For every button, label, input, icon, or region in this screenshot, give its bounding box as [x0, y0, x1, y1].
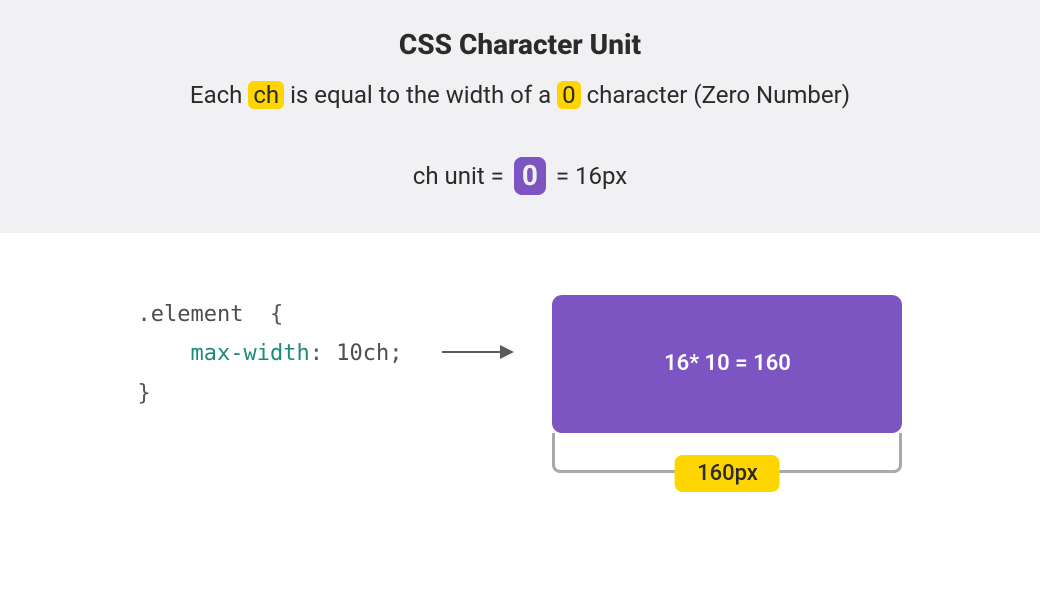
code-semi: ;: [389, 341, 402, 366]
equation-lhs: ch unit =: [413, 162, 504, 190]
equation-rhs: = 16px: [556, 162, 627, 190]
highlight-zero: 0: [557, 81, 581, 109]
result-box-text: 16* 10 = 160: [664, 351, 791, 376]
subtitle-part-1: Each: [190, 81, 242, 109]
code-value: 10ch: [336, 341, 389, 366]
header-panel: CSS Character Unit Each ch is equal to t…: [0, 0, 1040, 233]
subtitle-part-2: is equal to the width of a: [290, 81, 551, 109]
code-open-brace: {: [270, 302, 283, 327]
arrow-wrap: [442, 295, 512, 353]
arrow-right-icon: [442, 351, 512, 353]
code-colon: :: [310, 341, 323, 366]
example-panel: .element { max-width: 10ch; } 16* 10 = 1…: [0, 233, 1040, 515]
code-selector: .element: [138, 302, 244, 327]
subtitle-part-3: character (Zero Number): [587, 81, 850, 109]
code-property: max-width: [191, 341, 310, 366]
result-box: 16* 10 = 160: [552, 295, 902, 433]
page-title: CSS Character Unit: [20, 28, 1020, 61]
code-close-brace: }: [138, 381, 151, 406]
highlight-ch: ch: [248, 81, 284, 109]
subtitle-line: Each ch is equal to the width of a 0 cha…: [20, 81, 1020, 109]
dimension-label: 160px: [675, 455, 780, 492]
result-box-wrap: 16* 10 = 160 160px: [552, 295, 902, 495]
dimension-bracket: 160px: [552, 433, 902, 495]
code-block: .element { max-width: 10ch; }: [138, 295, 403, 414]
zero-badge: 0: [514, 157, 546, 195]
equation-line: ch unit = 0 = 16px: [20, 157, 1020, 195]
